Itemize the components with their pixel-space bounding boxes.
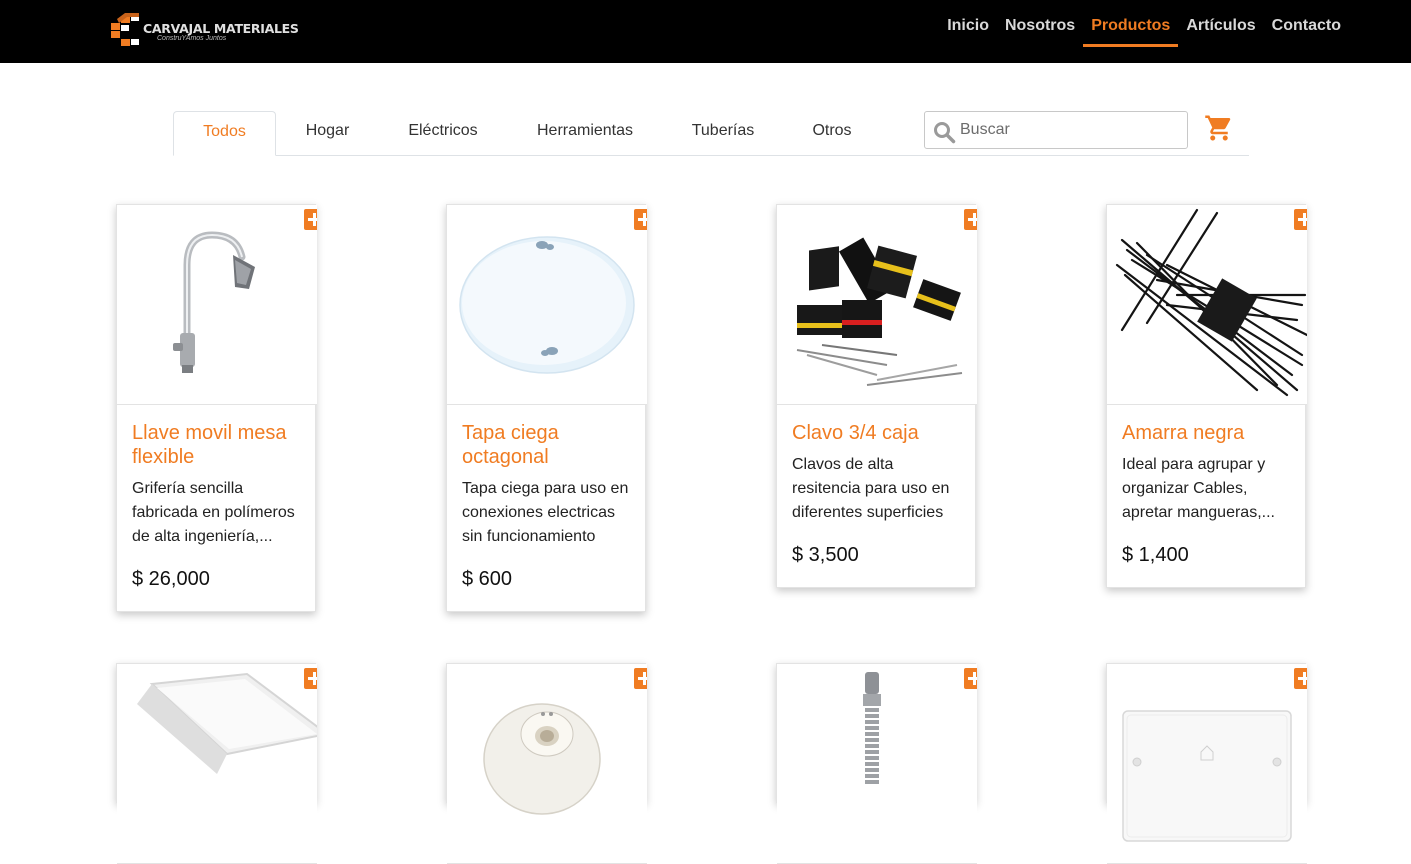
octagonal-cover-image bbox=[459, 236, 635, 374]
cart-icon[interactable] bbox=[1204, 113, 1234, 143]
product-card[interactable]: Amarra negra Ideal para agrupar y organi… bbox=[1106, 204, 1307, 588]
product-card[interactable] bbox=[776, 663, 977, 864]
product-title[interactable]: Clavo 3/4 caja bbox=[792, 421, 960, 445]
product-description: Ideal para agrupar y organizar Cables, a… bbox=[1122, 456, 1275, 521]
add-to-cart-plus-icon[interactable] bbox=[964, 668, 977, 689]
product-card[interactable] bbox=[116, 663, 317, 864]
add-to-cart-plus-icon[interactable] bbox=[1294, 668, 1307, 689]
tab-otros[interactable]: Otros bbox=[783, 111, 881, 155]
product-card[interactable] bbox=[1106, 663, 1307, 864]
tab-hogar[interactable]: Hogar bbox=[276, 111, 379, 155]
faucet-image bbox=[173, 231, 255, 373]
add-to-cart-plus-icon[interactable] bbox=[304, 668, 317, 689]
square-panel-light-image bbox=[137, 672, 317, 774]
product-card[interactable]: Clavo 3/4 caja Clavos de alta resitencia… bbox=[776, 204, 977, 588]
product-title[interactable]: Amarra negra bbox=[1122, 421, 1290, 445]
product-card[interactable]: Llave movil mesa flexible Grifería senci… bbox=[116, 204, 317, 612]
product-card[interactable] bbox=[446, 663, 647, 864]
brand-name: CARVAJAL MATERIALES bbox=[143, 21, 299, 36]
add-to-cart-plus-icon[interactable] bbox=[634, 668, 647, 689]
product-image-lamp-socket bbox=[447, 664, 647, 864]
lamp-socket-image bbox=[483, 703, 601, 815]
flexible-hose-image bbox=[863, 672, 881, 784]
search-input[interactable] bbox=[960, 116, 1180, 144]
brand-logo[interactable]: CARVAJAL MATERIALES ConstruYAmos Juntos bbox=[109, 11, 299, 49]
tab-todos[interactable]: Todos bbox=[173, 111, 276, 156]
product-description: Grifería sencilla fabricada en polímeros… bbox=[132, 480, 295, 545]
nails-boxes-image bbox=[796, 237, 963, 386]
product-description: Tapa ciega para uso en conexiones electr… bbox=[462, 480, 629, 545]
product-image-flexible-hose bbox=[777, 664, 977, 864]
product-image-square-panel-light bbox=[117, 664, 317, 864]
add-to-cart-plus-icon[interactable] bbox=[634, 209, 647, 230]
product-image-nails-boxes bbox=[777, 205, 977, 405]
nav-nosotros[interactable]: Nosotros bbox=[997, 17, 1083, 47]
product-price: $ 600 bbox=[462, 568, 513, 590]
product-image-octagonal-cover bbox=[447, 205, 647, 405]
nav-inicio[interactable]: Inicio bbox=[939, 17, 997, 47]
product-price: $ 26,000 bbox=[132, 568, 210, 590]
product-card[interactable]: Tapa ciega octagonal Tapa ciega para uso… bbox=[446, 204, 647, 612]
add-to-cart-plus-icon[interactable] bbox=[964, 209, 977, 230]
tab-tuberias[interactable]: Tuberías bbox=[663, 111, 783, 155]
product-price: $ 1,400 bbox=[1122, 544, 1189, 566]
tab-electricos[interactable]: Eléctricos bbox=[379, 111, 507, 155]
product-image-faucet bbox=[117, 205, 317, 405]
black-cable-ties-image bbox=[1115, 208, 1307, 397]
add-to-cart-plus-icon[interactable] bbox=[1294, 209, 1307, 230]
product-price: $ 3,500 bbox=[792, 544, 859, 566]
brand-logo-icon bbox=[111, 13, 139, 46]
product-description: Clavos de alta resitencia para uso en di… bbox=[792, 456, 950, 521]
top-navbar: CARVAJAL MATERIALES ConstruYAmos Juntos … bbox=[0, 0, 1411, 63]
tab-herramientas[interactable]: Herramientas bbox=[507, 111, 663, 155]
product-title[interactable]: Tapa ciega octagonal bbox=[462, 421, 630, 469]
product-title[interactable]: Llave movil mesa flexible bbox=[132, 421, 300, 469]
nav-productos[interactable]: Productos bbox=[1083, 17, 1179, 47]
product-image-blank-wall-plate bbox=[1107, 664, 1307, 864]
brand-tagline: ConstruYAmos Juntos bbox=[157, 35, 227, 42]
search-icon bbox=[934, 122, 956, 144]
blank-wall-plate-image bbox=[1122, 710, 1292, 842]
nav-contacto[interactable]: Contacto bbox=[1264, 17, 1349, 47]
main-nav: Inicio Nosotros Productos Artículos Cont… bbox=[939, 17, 1349, 47]
add-to-cart-plus-icon[interactable] bbox=[304, 209, 317, 230]
nav-articulos[interactable]: Artículos bbox=[1178, 17, 1263, 47]
product-image-black-cable-ties bbox=[1107, 205, 1307, 405]
search-box bbox=[924, 111, 1188, 149]
